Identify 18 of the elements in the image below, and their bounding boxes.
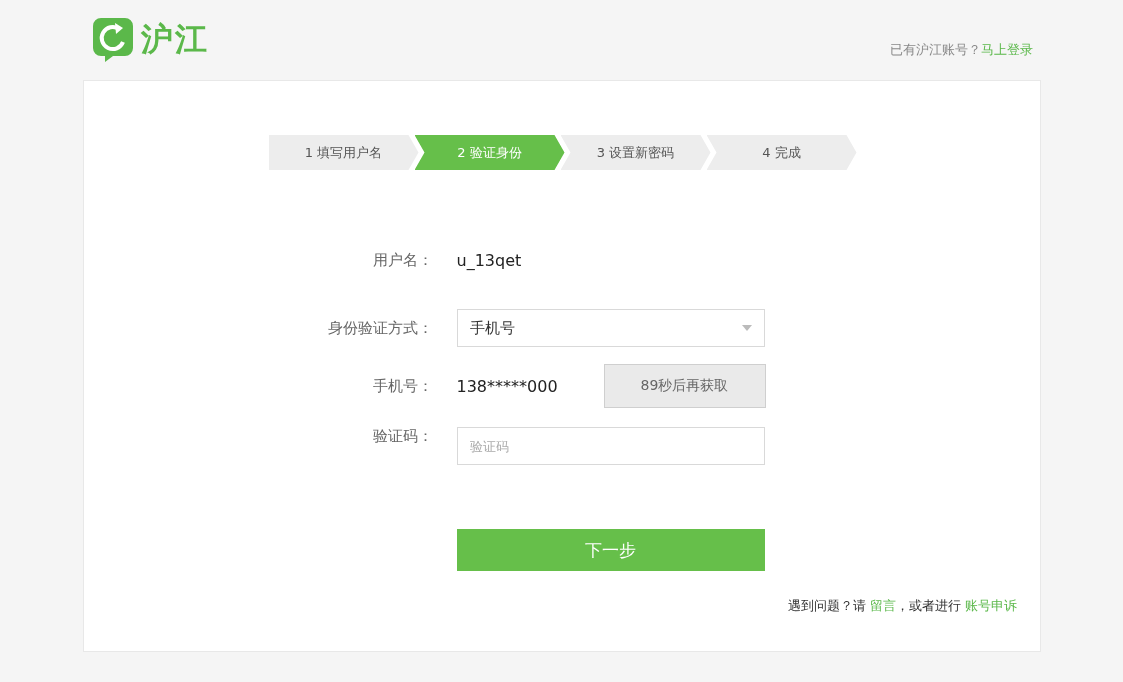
- login-prompt: 已有沪江账号？马上登录: [889, 41, 1033, 59]
- code-input-field[interactable]: 验证码: [456, 427, 765, 465]
- field-label: 验证码：: [371, 427, 433, 446]
- caret-icon: [741, 325, 752, 331]
- appeal-link[interactable]: 账号申诉: [964, 598, 1017, 613]
- username-value: u_13qet: [456, 250, 523, 270]
- field-label: 手机号：: [371, 376, 433, 396]
- logo-text: 沪江: [140, 19, 209, 60]
- field-label: 用户名：: [371, 250, 433, 270]
- login-link[interactable]: 马上登录: [980, 42, 1033, 57]
- next-step-button[interactable]: 下一步: [456, 529, 765, 571]
- help-text: 遇到问题？请 留言，或者进行 账号申诉: [787, 597, 1018, 615]
- verify-method-select[interactable]: 手机号: [456, 309, 765, 347]
- phone-number: 138*****000: [456, 376, 559, 396]
- field-label: 身份验证方式：: [326, 318, 433, 338]
- message-link[interactable]: 留言: [869, 598, 896, 613]
- resend-code-button[interactable]: 89秒后再获取: [603, 364, 766, 408]
- logo-icon: [92, 18, 133, 62]
